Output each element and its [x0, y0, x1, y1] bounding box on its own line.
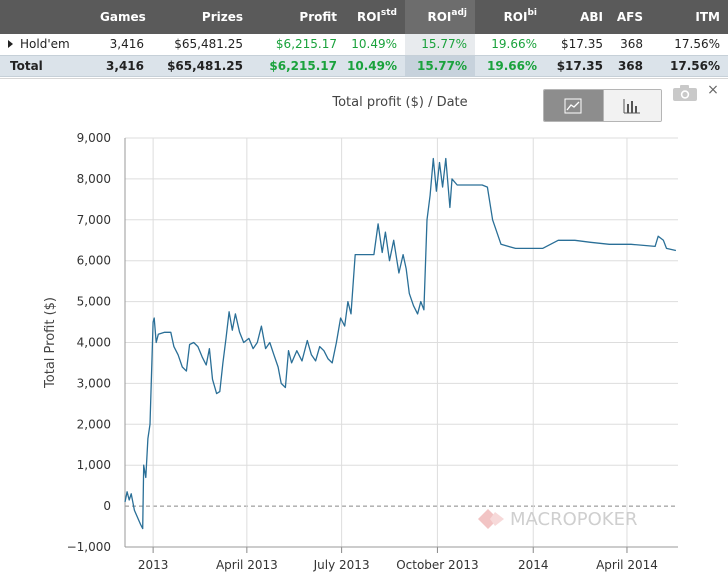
roi-bi-label: ROI	[503, 10, 528, 24]
header-games[interactable]: Games	[100, 0, 152, 34]
row-games: 3,416	[100, 34, 152, 55]
total-roi-bi: 19.66%	[475, 54, 545, 77]
header-afs[interactable]: AFS	[611, 0, 651, 34]
total-label: Total	[0, 54, 100, 77]
roi-adj-label: ROI	[427, 10, 452, 24]
total-roi-std: 10.49%	[345, 54, 405, 77]
watermark-text: MACROPOKER	[510, 508, 638, 530]
header-roi-std[interactable]: ROIstd	[345, 0, 405, 34]
total-profit: $6,215.17	[251, 54, 345, 77]
bar-view-button[interactable]	[602, 90, 661, 121]
y-tick-label: 1,000	[77, 458, 111, 472]
total-roi-adj: 15.77%	[405, 54, 475, 77]
y-axis-title: Total Profit ($)	[43, 297, 58, 389]
roi-bi-sup: bi	[527, 8, 537, 18]
chart-view-toggle	[543, 89, 662, 122]
row-itm: 17.56%	[651, 34, 728, 55]
header-roi-adj[interactable]: ROIadj	[405, 0, 475, 34]
header-itm[interactable]: ITM	[651, 0, 728, 34]
camera-icon[interactable]	[672, 84, 698, 102]
header-game	[0, 0, 100, 34]
row-game[interactable]: Hold'em	[0, 34, 100, 55]
x-tick-label: July 2013	[313, 558, 370, 572]
row-roi-bi: 19.66%	[475, 34, 545, 55]
total-games: 3,416	[100, 54, 152, 77]
header-abi[interactable]: ABI	[545, 0, 611, 34]
y-tick-label: 6,000	[77, 254, 111, 268]
roi-std-label: ROI	[356, 10, 381, 24]
y-tick-label: 9,000	[77, 131, 111, 145]
stats-table: Games Prizes Profit ROIstd ROIadj ROIbi …	[0, 0, 728, 77]
header-profit[interactable]: Profit	[251, 0, 345, 34]
y-tick-label: 8,000	[77, 172, 111, 186]
line-chart-icon	[564, 98, 582, 113]
row-abi: $17.35	[545, 34, 611, 55]
row-game-label: Hold'em	[20, 37, 70, 52]
y-tick-label: −1,000	[67, 540, 111, 554]
row-prizes: $65,481.25	[152, 34, 251, 55]
x-tick-label: October 2013	[396, 558, 478, 572]
total-afs: 368	[611, 54, 651, 77]
total-prizes: $65,481.25	[152, 54, 251, 77]
watermark: MACROPOKER	[476, 507, 637, 531]
header-roi-bi[interactable]: ROIbi	[475, 0, 545, 34]
bar-chart-icon	[623, 98, 641, 113]
profit-series-line	[124, 157, 677, 530]
row-roi-std: 10.49%	[345, 34, 405, 55]
x-tick-label: April 2014	[596, 558, 658, 572]
table-row-holdem[interactable]: Hold'em 3,416 $65,481.25 $6,215.17 10.49…	[0, 34, 728, 55]
stats-header-row: Games Prizes Profit ROIstd ROIadj ROIbi …	[0, 0, 728, 34]
total-itm: 17.56%	[651, 54, 728, 77]
roi-std-sup: std	[380, 8, 397, 18]
table-row-total: Total 3,416 $65,481.25 $6,215.17 10.49% …	[0, 54, 728, 77]
row-roi-adj: 15.77%	[405, 34, 475, 55]
y-tick-label: 4,000	[77, 336, 111, 350]
total-abi: $17.35	[545, 54, 611, 77]
x-tick-label: April 2013	[216, 558, 278, 572]
y-tick-label: 7,000	[77, 213, 111, 227]
y-tick-label: 5,000	[77, 295, 111, 309]
chart-panel: −1,000 0 1,000 2,000 3,000 4,000 5,000 6,000 7,0…	[0, 78, 728, 584]
row-afs: 368	[611, 34, 651, 55]
y-tick-label: 2,000	[77, 417, 111, 431]
macropoker-logo-icon	[478, 509, 504, 529]
x-tick-label: 2013	[138, 558, 169, 572]
header-prizes[interactable]: Prizes	[152, 0, 251, 34]
y-tick-label: 3,000	[77, 376, 111, 390]
row-profit: $6,215.17	[251, 34, 345, 55]
y-tick-label: 0	[103, 499, 111, 513]
x-tick-label: 2014	[518, 558, 549, 572]
roi-adj-sup: adj	[451, 8, 467, 18]
expand-arrow-icon[interactable]	[8, 40, 13, 48]
line-view-button[interactable]	[544, 90, 603, 121]
close-icon[interactable]: ×	[706, 81, 720, 99]
